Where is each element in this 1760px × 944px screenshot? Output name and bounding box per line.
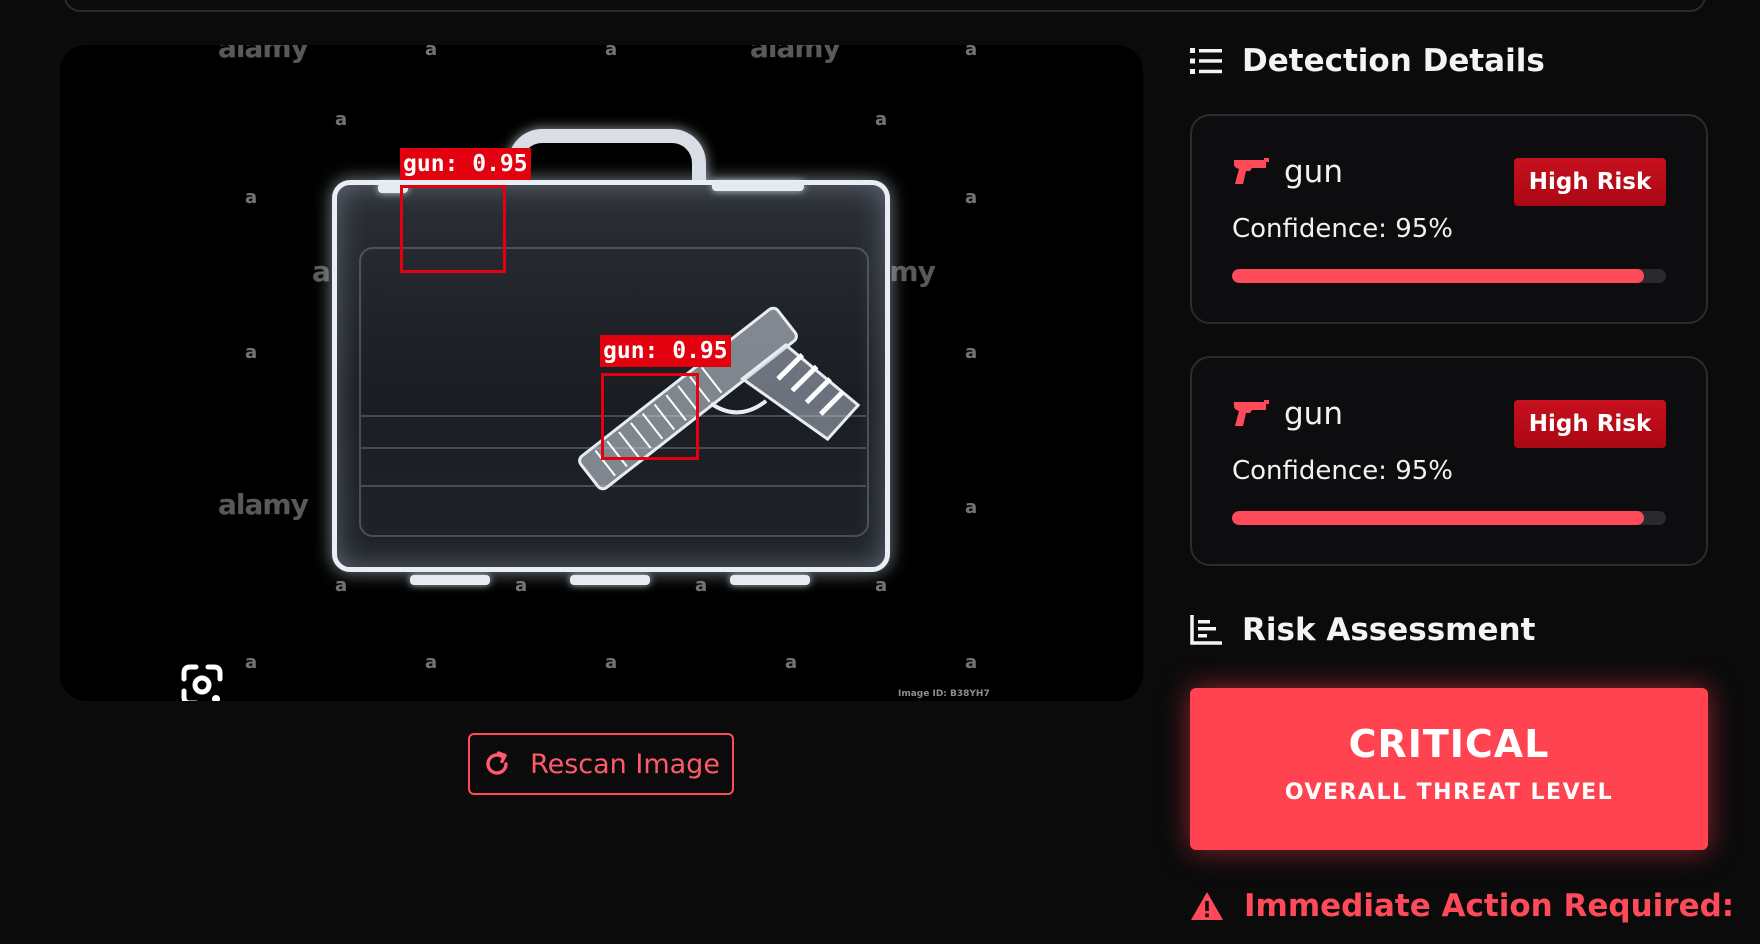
watermark: alamy [750,45,841,64]
watermark: a [245,187,258,208]
watermark: a [425,652,438,673]
immediate-action-alert: Immediate Action Required: [1190,888,1734,924]
watermark: a [335,109,348,130]
detection-bounding-box [400,185,506,273]
list-icon [1190,48,1222,74]
risk-assessment-heading: Risk Assessment [1190,612,1535,648]
alert-title: Immediate Action Required: [1244,888,1735,924]
confidence-bar [1232,269,1666,283]
watermark: a [245,652,258,673]
detection-card: gun High Risk Confidence: 95% [1190,114,1708,324]
section-title-text: Risk Assessment [1242,612,1536,648]
detection-class-name: gun [1284,396,1343,432]
suitcase-latch [410,575,490,585]
pistol-xray [578,306,861,491]
suitcase-latch [730,575,810,585]
rescan-button-label: Rescan Image [530,748,720,780]
suitcase-latch [570,575,650,585]
bar-chart-icon [1190,615,1222,645]
confidence-bar-fill [1232,511,1645,525]
watermark: a [785,652,798,673]
overall-threat-level-card: CRITICAL OVERALL THREAT LEVEL [1190,688,1708,850]
suitcase-latch [712,181,804,191]
image-id-text: Image ID: B38YH7 [898,689,990,699]
watermark: a [245,342,258,363]
detection-label: gun: 0.95 [400,148,531,180]
watermark: a [875,109,888,130]
watermark: alamy [218,488,309,521]
threat-level-value: CRITICAL [1348,722,1550,766]
risk-badge: High Risk [1514,158,1666,206]
confidence-bar-fill [1232,269,1645,283]
gun-icon [1234,400,1269,426]
watermark: a [515,575,528,596]
confidence-bar [1232,511,1666,525]
watermark: a [605,45,618,60]
detection-card: gun High Risk Confidence: 95% [1190,356,1708,566]
detection-card-header: gun [1232,154,1343,190]
confidence-text: Confidence: 95% [1232,214,1453,244]
watermark: a [695,575,708,596]
detection-bounding-box [601,373,699,460]
watermark: alamy [218,45,309,64]
watermark: a [965,45,978,60]
detection-card-header: gun [1232,396,1343,432]
gun-icon [1234,158,1269,184]
refresh-icon [486,751,508,775]
threat-level-caption: OVERALL THREAT LEVEL [1284,780,1614,805]
watermark: a [605,652,618,673]
risk-badge: High Risk [1514,400,1666,448]
watermark: a [335,575,348,596]
warning-icon [1191,892,1223,920]
detection-details-heading: Detection Details [1190,43,1545,79]
watermark: a [425,45,438,60]
top-panel-edge [64,0,1706,12]
watermark: a [875,575,888,596]
confidence-text: Confidence: 95% [1232,456,1453,486]
section-title-text: Detection Details [1242,43,1545,79]
watermark: a [965,652,978,673]
xray-scan-image: alamy alamy a a a a a a a alamy alamy a … [60,45,1143,701]
detection-label: gun: 0.95 [600,335,731,367]
watermark: a [965,342,978,363]
detection-class-name: gun [1284,154,1343,190]
lens-icon[interactable] [178,661,226,701]
rescan-image-button[interactable]: Rescan Image [468,733,734,795]
watermark: a [965,497,978,518]
watermark: a [965,187,978,208]
